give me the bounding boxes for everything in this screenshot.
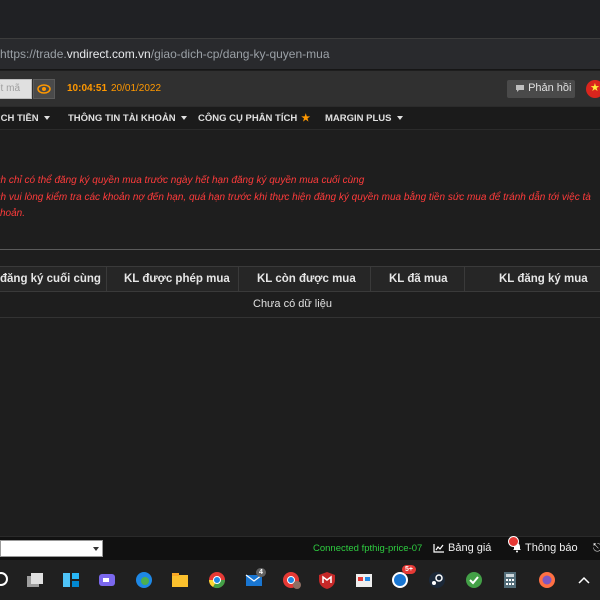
stock-search-input[interactable]: ết mã (0, 79, 32, 99)
visibility-toggle-button[interactable] (33, 79, 55, 99)
column-header: đăng ký cuối cùng (0, 273, 101, 285)
column-header: KL được phép mua (124, 273, 230, 285)
chevron-up-icon[interactable] (574, 570, 594, 590)
note-line-2: ách vui lòng kiểm tra các khoản nợ đến h… (0, 192, 591, 203)
caret-down-icon (396, 116, 403, 120)
url-scheme: https://trade. (0, 47, 67, 61)
search-icon[interactable] (0, 570, 12, 590)
language-flag-button[interactable]: ★ (586, 80, 600, 98)
chart-icon (433, 544, 444, 553)
notifications-link[interactable]: Thông báo (512, 542, 578, 554)
column-header: KL đã mua (389, 273, 448, 285)
chat-icon (516, 85, 524, 92)
chrome-profile-icon[interactable] (281, 570, 301, 590)
calculator-icon[interactable] (500, 570, 520, 590)
eye-icon (37, 84, 51, 94)
vietnam-flag-icon: ★ (590, 82, 600, 94)
file-explorer-icon[interactable] (170, 570, 190, 590)
connection-status: Connected fpthig-price-07 (313, 543, 423, 554)
feedback-label: Phản hồi (528, 82, 572, 94)
feedback-button[interactable]: Phản hồi (507, 80, 575, 98)
menu-item-label: THÔNG TIN TÀI KHOẢN (68, 113, 176, 124)
star-icon: ★ (301, 113, 311, 124)
zalo-badge: 5+ (402, 565, 416, 574)
menu-item-analysis-tools[interactable]: CÔNG CỤ PHÂN TÍCH ★ (198, 113, 310, 124)
menu-item-label: ỊCH TIỀN (0, 113, 39, 124)
column-divider (464, 267, 465, 292)
column-divider (106, 267, 107, 292)
windows-taskbar: 4 5+ (0, 560, 600, 600)
steam-icon[interactable] (427, 570, 447, 590)
browser-tab-strip (0, 0, 600, 38)
menu-item-margin-plus[interactable]: MARGIN PLUS (325, 113, 403, 124)
caret-down-icon (180, 116, 187, 120)
logout-icon[interactable]: ⎋ (593, 542, 600, 555)
table-row: Chưa có dữ liệu (0, 292, 600, 318)
url-text[interactable]: https://trade.vndirect.com.vn/giao-dich-… (0, 47, 330, 61)
menu-item-transfer[interactable]: ỊCH TIỀN (0, 113, 50, 124)
empty-state-text: Chưa có dữ liệu (253, 298, 332, 310)
app-header: ết mã 10:04:51 20/01/2022 Phản hồi ★ (0, 71, 600, 106)
green-app-icon[interactable] (464, 570, 484, 590)
firefox-icon[interactable] (537, 570, 557, 590)
caret-down-icon (43, 116, 50, 120)
menu-item-label: CÔNG CỤ PHÂN TÍCH (198, 113, 298, 124)
chrome-browser-icon[interactable] (207, 570, 227, 590)
menu-item-account-info[interactable]: THÔNG TIN TÀI KHOẢN (68, 113, 187, 124)
app-window-icon[interactable] (354, 570, 374, 590)
column-header: KL còn được mua (257, 273, 356, 285)
account-select[interactable] (0, 540, 103, 557)
main-menu: ỊCH TIỀN THÔNG TIN TÀI KHOẢN CÔNG CỤ PHÂ… (0, 106, 600, 130)
price-board-label: Bảng giá (448, 542, 492, 554)
notification-badge (508, 536, 519, 547)
section-divider (0, 249, 600, 250)
teams-chat-icon[interactable] (97, 570, 117, 590)
mcafee-icon[interactable] (317, 570, 337, 590)
widgets-icon[interactable] (61, 570, 81, 590)
note-line-3: i khoản. (0, 208, 26, 219)
price-board-link[interactable]: Bảng giá (433, 542, 491, 554)
url-path: /giao-dich-cp/dang-ky-quyen-mua (150, 47, 330, 61)
edge-browser-icon[interactable] (134, 570, 154, 590)
chevron-down-icon (93, 547, 99, 551)
table-header: đăng ký cuối cùng KL được phép mua KL cò… (0, 266, 600, 292)
notifications-label: Thông báo (525, 542, 578, 554)
column-divider (238, 267, 239, 292)
server-time: 10:04:51 (67, 83, 108, 94)
mail-badge: 4 (256, 568, 266, 577)
server-date: 20/01/2022 (111, 83, 162, 94)
url-domain: vndirect.com.vn (66, 47, 151, 61)
screen: https://trade.vndirect.com.vn/giao-dich-… (0, 0, 600, 600)
address-bar[interactable]: https://trade.vndirect.com.vn/giao-dich-… (0, 38, 600, 70)
note-line-1: ách chỉ có thể đăng ký quyền mua trước n… (0, 175, 365, 186)
column-header: KL đăng ký mua (499, 273, 588, 285)
column-divider (370, 267, 371, 292)
task-view-icon[interactable] (25, 570, 45, 590)
menu-item-label: MARGIN PLUS (325, 113, 392, 124)
